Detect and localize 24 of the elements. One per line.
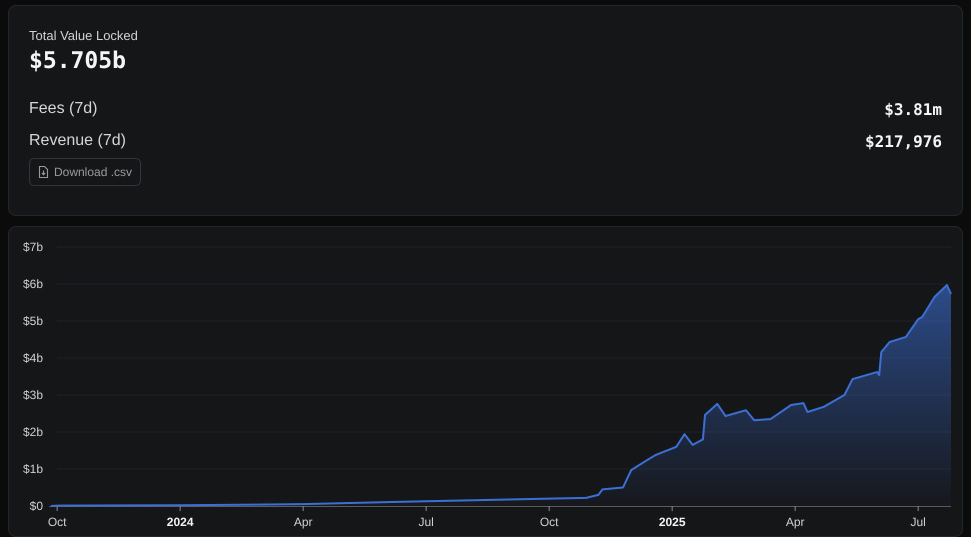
x-axis-label: Jul xyxy=(418,515,434,529)
x-axis-label: Apr xyxy=(294,515,312,529)
y-axis-label: $4b xyxy=(22,351,43,365)
metric-value: $217,976 xyxy=(864,132,942,150)
y-axis-label: $7b xyxy=(22,240,43,254)
y-axis-label: $6b xyxy=(22,277,43,291)
tvl-label: Total Value Locked xyxy=(29,28,138,44)
x-axis-label: Oct xyxy=(540,515,558,529)
x-axis-label: 2025 xyxy=(658,515,686,529)
y-axis-label: $2b xyxy=(22,425,43,439)
x-axis-label: Jul xyxy=(910,515,926,529)
tvl-value: $5.705b xyxy=(29,47,126,76)
x-axis-label: Oct xyxy=(48,515,66,529)
download-button[interactable]: Download .csv xyxy=(29,158,142,186)
x-axis-label: 2024 xyxy=(166,515,194,529)
y-axis-label: $5b xyxy=(22,314,43,328)
file-download-icon xyxy=(38,166,49,178)
metric-value: $3.81m xyxy=(884,100,942,118)
metric-label: Fees (7d) xyxy=(29,99,98,119)
metric-label: Revenue (7d) xyxy=(29,131,126,151)
y-axis-label: $0 xyxy=(30,499,43,513)
y-axis-label: $3b xyxy=(22,388,43,402)
x-axis-label: Apr xyxy=(786,515,805,529)
y-axis-label: $1b xyxy=(22,462,43,476)
